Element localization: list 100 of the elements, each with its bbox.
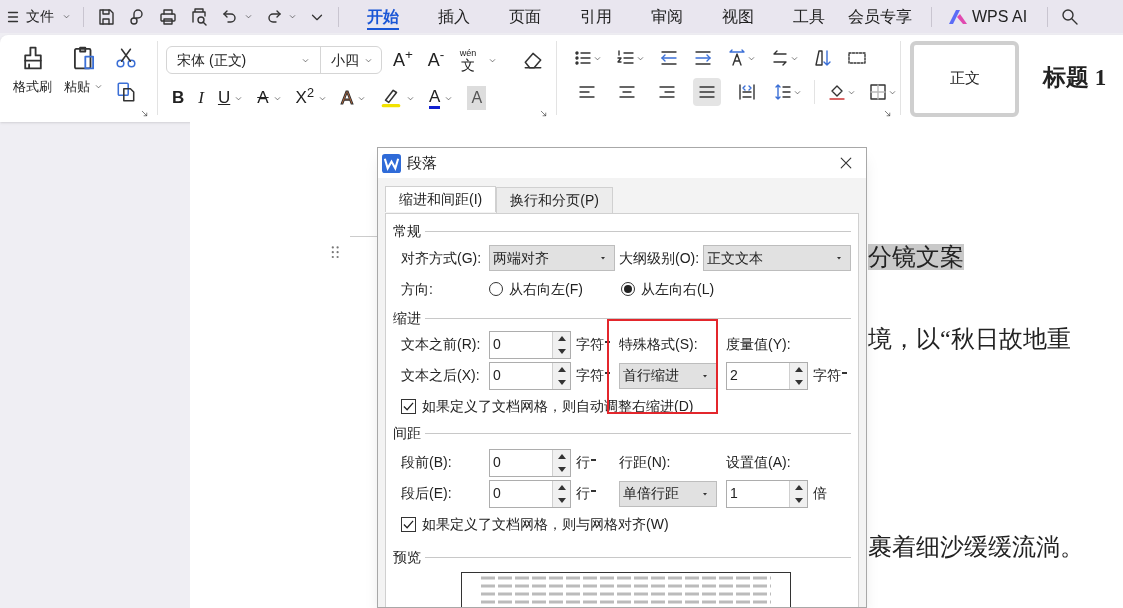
section-title: 常规 <box>393 221 421 241</box>
up-triangle-icon <box>557 484 566 490</box>
line-spacing-icon[interactable] <box>773 82 793 102</box>
style-preset[interactable]: 正文 <box>910 40 1019 117</box>
ribbon-tab[interactable]: 页面 <box>489 0 560 33</box>
field-label: 文本之后(X): <box>401 366 481 385</box>
app-logo-icon <box>382 153 401 173</box>
expand-corner-icon[interactable] <box>883 109 892 118</box>
swap-arrows-icon[interactable] <box>770 48 790 68</box>
checkbox[interactable] <box>401 399 416 414</box>
dialog-tab[interactable]: 换行和分页(P) <box>496 187 613 213</box>
unit-dropdown-icon[interactable] <box>591 458 596 461</box>
ribbon-tab[interactable]: 插入 <box>418 0 489 33</box>
dropdown-select[interactable]: 首行缩进 <box>619 362 717 389</box>
dialog-tab[interactable]: 缩进和间距(I) <box>385 186 497 212</box>
up-triangle-icon <box>557 366 566 372</box>
sort-icon[interactable] <box>813 48 833 68</box>
field-label: 段后(E): <box>401 484 453 503</box>
format-painter-button[interactable]: 格式刷 <box>13 45 52 97</box>
number-field[interactable]: 0 <box>489 448 571 477</box>
section-title: 间距 <box>393 423 421 443</box>
unit-label: 字符 <box>576 335 604 354</box>
print-preview-icon[interactable] <box>189 6 209 27</box>
save-icon[interactable] <box>96 6 116 27</box>
field-label: 段前(B): <box>401 453 453 472</box>
up-triangle-icon <box>557 335 566 341</box>
bullet-list-icon[interactable] <box>573 48 593 68</box>
dropdown-select[interactable]: 正文文本 <box>703 245 851 271</box>
field-label: 方向: <box>401 279 434 299</box>
ribbon-tab[interactable]: 会员专享 <box>844 0 915 33</box>
down-triangle-icon <box>557 466 566 472</box>
document-text: 境，以“秋日故地重 <box>868 326 1071 352</box>
style-preset[interactable]: 标题 1 <box>1039 40 1111 117</box>
radio-label: 从右向左(F) <box>509 279 583 299</box>
unit-label: 行 <box>576 484 590 503</box>
paste-button[interactable]: 粘贴 <box>64 45 103 97</box>
phonetic-guide-button[interactable]: wén 文 <box>457 48 479 72</box>
ribbon-tab[interactable]: 引用 <box>560 0 631 33</box>
caret-icon <box>288 12 297 21</box>
shrink-font-button[interactable]: A$^{-}$ <box>424 46 448 74</box>
borders-icon[interactable] <box>868 82 888 102</box>
section-title: 预览 <box>393 547 421 567</box>
down-triangle-icon <box>557 348 566 354</box>
grow-font-button[interactable]: A$^{+}$ <box>391 46 415 74</box>
checkbox[interactable] <box>401 517 416 532</box>
ribbon-tab[interactable]: 工具 <box>773 0 844 33</box>
alignment-button[interactable] <box>693 78 721 106</box>
up-triangle-icon <box>794 366 803 372</box>
radio-button[interactable] <box>489 282 503 296</box>
copy-icon[interactable] <box>115 81 137 103</box>
cut-icon[interactable] <box>115 47 137 69</box>
unit-label: 字符 <box>576 366 604 385</box>
number-field[interactable]: 2 <box>726 361 808 390</box>
ai-logo-icon <box>948 8 968 25</box>
strikethrough-button[interactable]: A <box>257 86 282 110</box>
spin-up-button[interactable] <box>553 362 570 376</box>
dropdown-select[interactable]: 单倍行距 <box>619 480 717 507</box>
italic-button[interactable]: I <box>198 86 204 110</box>
paste-label: 粘贴 <box>64 78 90 96</box>
number-field[interactable]: 0 <box>489 330 571 359</box>
radio-label: 从左向右(L) <box>641 279 715 299</box>
print-icon[interactable] <box>158 6 178 27</box>
number-field[interactable]: 1 <box>726 479 808 508</box>
superscript-button[interactable]: X$^{2}$ <box>295 86 327 110</box>
ribbon-tab[interactable]: 视图 <box>702 0 773 33</box>
ribbon-tab[interactable]: 审阅 <box>631 0 702 33</box>
unit-label: 倍 <box>813 484 827 503</box>
expand-corner-icon[interactable] <box>140 109 149 118</box>
text-direction-icon[interactable] <box>727 48 747 68</box>
unit-dropdown-icon[interactable] <box>842 371 847 374</box>
spin-up-button[interactable] <box>553 480 570 494</box>
ribbon-tab[interactable]: 开始 <box>347 0 418 33</box>
spin-up-button[interactable] <box>790 480 807 494</box>
unit-dropdown-icon[interactable] <box>591 489 596 492</box>
field-label: 行距(N): <box>619 453 672 472</box>
up-triangle-icon <box>557 453 566 459</box>
increase-indent-icon[interactable] <box>693 48 713 68</box>
radio-button[interactable] <box>621 282 635 296</box>
number-field[interactable]: 0 <box>489 479 571 508</box>
decrease-indent-icon[interactable] <box>659 48 679 68</box>
field-label: 特殊格式(S): <box>619 335 699 354</box>
spin-up-button[interactable] <box>553 449 570 463</box>
char-shading-button[interactable]: A <box>467 86 487 110</box>
close-icon[interactable] <box>838 155 854 171</box>
text-effect-button[interactable]: A <box>341 86 367 110</box>
highlighter-icon <box>380 87 403 109</box>
expand-corner-icon[interactable] <box>539 109 548 118</box>
file-menu[interactable]: 文件 <box>26 6 71 27</box>
underline-button[interactable]: U <box>217 86 244 110</box>
unit-dropdown-icon[interactable] <box>605 371 610 374</box>
number-field[interactable]: 0 <box>489 361 571 390</box>
spin-up-button[interactable] <box>790 362 807 376</box>
spin-up-button[interactable] <box>553 331 570 345</box>
document-text: 分镜文案 <box>868 244 964 270</box>
bold-button[interactable]: B <box>172 86 185 110</box>
font-color-button[interactable]: A <box>429 86 454 110</box>
ai-button[interactable]: WPS AI <box>948 4 1028 29</box>
unit-dropdown-icon[interactable] <box>605 340 610 343</box>
dropdown-select[interactable]: 两端对齐 <box>489 245 615 271</box>
dialog-title: 段落 <box>407 152 437 173</box>
